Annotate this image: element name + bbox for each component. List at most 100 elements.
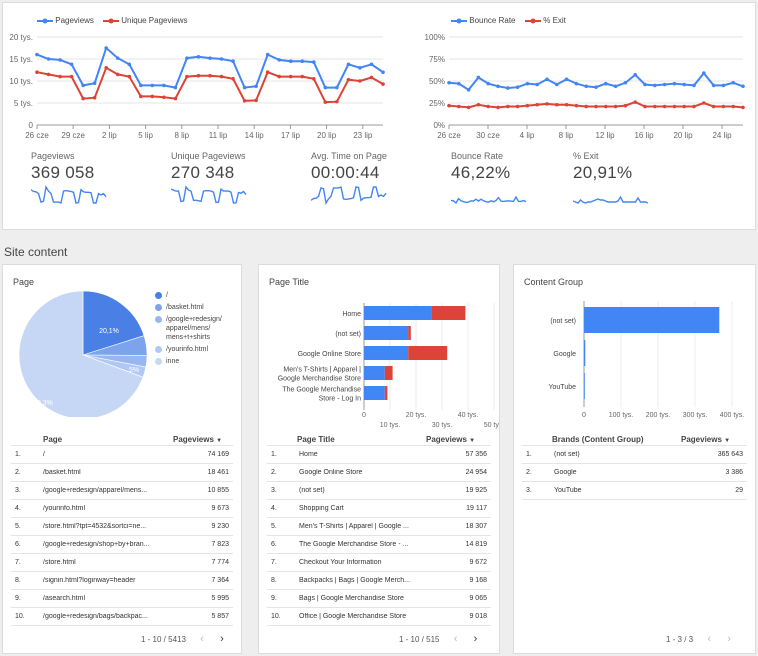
data-point bbox=[711, 104, 716, 109]
data-point bbox=[682, 104, 686, 109]
prev-page-icon[interactable]: ‹ bbox=[454, 633, 458, 645]
table-row[interactable]: 7. /store.html 7 774 bbox=[11, 553, 233, 571]
content-group-link[interactable]: Google bbox=[554, 469, 674, 476]
legend-dot-icon bbox=[155, 292, 162, 299]
table-row[interactable]: 4. Shopping Cart 19 117 bbox=[267, 499, 491, 517]
table-row[interactable]: 2. /basket.html 18 461 bbox=[11, 463, 233, 481]
table-row[interactable]: 5. /store.html?tpt=4532&sortci=ne... 9 230 bbox=[11, 517, 233, 535]
page-title-link[interactable]: Office | Google Merchandise Store bbox=[299, 613, 419, 620]
data-point bbox=[127, 62, 132, 67]
table-row[interactable]: 1. (not set) 365 643 bbox=[522, 445, 747, 463]
page-link[interactable]: /signin.html?loginway=header bbox=[43, 577, 163, 584]
legend-label: / bbox=[166, 292, 168, 299]
column-header-pageviews[interactable]: Pageviews ▼ bbox=[426, 435, 475, 444]
page-title-link[interactable]: Checkout Your Information bbox=[299, 559, 419, 566]
column-header-content-group[interactable]: Brands (Content Group) bbox=[552, 435, 644, 444]
data-point bbox=[115, 72, 120, 77]
page-title-link[interactable]: (not set) bbox=[299, 487, 419, 494]
data-point bbox=[323, 85, 328, 90]
page-link[interactable]: /google+redesign/bags/backpac... bbox=[43, 613, 163, 620]
page-link[interactable]: /basket.html bbox=[43, 469, 163, 476]
next-page-icon[interactable]: › bbox=[220, 633, 224, 645]
table-row[interactable]: 1. / 74 169 bbox=[11, 445, 233, 463]
page-link[interactable]: /google+redesign/apparel/mens... bbox=[43, 487, 163, 494]
slice-label: 20,1% bbox=[99, 328, 119, 335]
page-table: 1. / 74 169 2. /basket.html 18 461 3. /google+r… bbox=[11, 445, 233, 630]
legend-exit[interactable]: % Exit bbox=[525, 16, 566, 25]
table-row[interactable]: 10. /google+redesign/bags/backpac... 5 857 bbox=[11, 607, 233, 625]
prev-page-icon[interactable]: ‹ bbox=[707, 633, 711, 645]
bar-label: Google bbox=[553, 351, 576, 358]
column-header-pageviews[interactable]: Pageviews ▼ bbox=[681, 435, 730, 444]
data-point bbox=[185, 56, 189, 60]
table-row[interactable]: 7. Checkout Your Information 9 672 bbox=[267, 553, 491, 571]
table-row[interactable]: 5. Men's T-Shirts | Apparel | Google ... 1… bbox=[267, 517, 491, 535]
page-title-link[interactable]: Men's T-Shirts | Apparel | Google ... bbox=[299, 523, 419, 530]
table-row[interactable]: 8. Backpacks | Bags | Google Merch... 9 16… bbox=[267, 571, 491, 589]
prev-page-icon[interactable]: ‹ bbox=[200, 633, 204, 645]
row-index: 10. bbox=[271, 613, 281, 620]
y-tick-label: 25% bbox=[429, 99, 445, 108]
y-tick-label: 100% bbox=[425, 33, 445, 42]
data-point bbox=[555, 82, 559, 87]
next-page-icon[interactable]: › bbox=[474, 633, 478, 645]
page-link[interactable]: /asearch.html bbox=[43, 595, 163, 602]
page-link[interactable]: /store.html?tpt=4532&sortci=ne... bbox=[43, 523, 163, 530]
data-point bbox=[662, 82, 667, 87]
content-group-link[interactable]: (not set) bbox=[554, 451, 674, 458]
table-row[interactable]: 2. Google 3 386 bbox=[522, 463, 747, 481]
table-row[interactable]: 3. (not set) 19 925 bbox=[267, 481, 491, 499]
page-title-bar-chart: 0 20 tys. 40 tys. 10 tys. 30 tys. 50 tys. Home… bbox=[278, 303, 499, 429]
page-link[interactable]: / bbox=[43, 451, 163, 458]
card-title: Page Title bbox=[269, 277, 310, 287]
data-point bbox=[564, 102, 569, 107]
data-point bbox=[196, 55, 201, 59]
page-title-link[interactable]: Home bbox=[299, 451, 419, 458]
page-title-link[interactable]: Shopping Cart bbox=[299, 505, 419, 512]
metric-sparkline bbox=[451, 195, 527, 205]
content-group-link[interactable]: YouTube bbox=[554, 487, 674, 494]
table-row[interactable]: 9. /asearch.html 5 995 bbox=[11, 589, 233, 607]
legend-pageviews[interactable]: Pageviews bbox=[37, 16, 94, 25]
pageviews-line-chart: 0 5 tys. 10 tys. 15 tys. 20 tys. 26 cze 29 cze… bbox=[9, 33, 385, 140]
page-title-link[interactable]: Backpacks | Bags | Google Merch... bbox=[299, 577, 419, 584]
row-index: 4. bbox=[271, 505, 277, 512]
data-point bbox=[381, 70, 385, 74]
table-row[interactable]: 3. /google+redesign/apparel/mens... 10 855 bbox=[11, 481, 233, 499]
column-header-page[interactable]: Page bbox=[43, 435, 62, 444]
section-title: Site content bbox=[4, 245, 68, 259]
page-link[interactable]: /yourinfo.html bbox=[43, 505, 163, 512]
data-point bbox=[711, 83, 716, 88]
legend-label: % Exit bbox=[543, 16, 566, 25]
data-point bbox=[692, 104, 696, 109]
y-tick-label: 0 bbox=[29, 121, 34, 130]
table-row[interactable]: 3. YouTube 29 bbox=[522, 481, 747, 499]
x-tick-label: 100 tys. bbox=[609, 412, 634, 419]
table-row[interactable]: 8. /signin.html?loginway=header 7 364 bbox=[11, 571, 233, 589]
table-row[interactable]: 2. Google Online Store 24 954 bbox=[267, 463, 491, 481]
data-point bbox=[702, 101, 706, 105]
column-header-pageviews[interactable]: Pageviews ▼ bbox=[173, 435, 222, 444]
data-point bbox=[545, 77, 549, 82]
x-tick-label: 300 tys. bbox=[683, 412, 708, 419]
page-title-link[interactable]: Bags | Google Merchandise Store bbox=[299, 595, 419, 602]
data-point bbox=[208, 56, 212, 60]
table-row[interactable]: 6. /google+redesign/shop+by+bran... 7 823 bbox=[11, 535, 233, 553]
legend-unique-pageviews[interactable]: Unique Pageviews bbox=[103, 16, 188, 25]
table-row[interactable]: 4. /yourinfo.html 9 673 bbox=[11, 499, 233, 517]
page-title-link[interactable]: Google Online Store bbox=[299, 469, 419, 476]
page-link[interactable]: /google+redesign/shop+by+bran... bbox=[43, 541, 163, 548]
table-row[interactable]: 1. Home 57 356 bbox=[267, 445, 491, 463]
data-point bbox=[381, 82, 385, 86]
table-row[interactable]: 9. Bags | Google Merchandise Store 9 065 bbox=[267, 589, 491, 607]
x-tick-label: 5 lip bbox=[138, 131, 153, 140]
table-row[interactable]: 10. Office | Google Merchandise Store 9 01… bbox=[267, 607, 491, 625]
page-title-link[interactable]: The Google Merchandise Store - ... bbox=[299, 541, 419, 548]
bar-secondary bbox=[384, 366, 393, 380]
next-page-icon[interactable]: › bbox=[727, 633, 731, 645]
column-header-page-title[interactable]: Page Title bbox=[297, 435, 335, 444]
page-link[interactable]: /store.html bbox=[43, 559, 163, 566]
data-point bbox=[242, 85, 247, 90]
legend-bounce-rate[interactable]: Bounce Rate bbox=[451, 16, 516, 25]
table-row[interactable]: 6. The Google Merchandise Store - ... 14 8… bbox=[267, 535, 491, 553]
